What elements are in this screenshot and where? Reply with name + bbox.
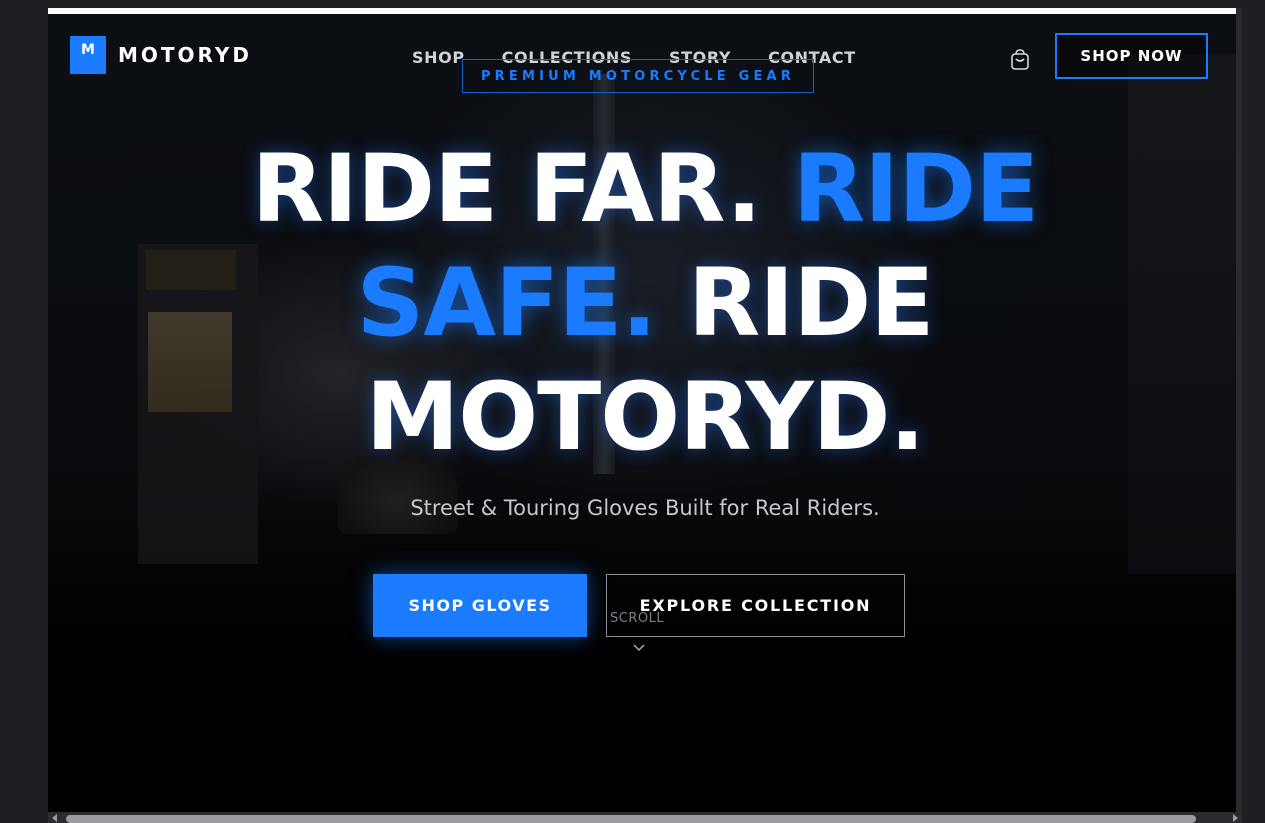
hero-line-2-white: RIDE <box>656 249 935 358</box>
shop-gloves-button[interactable]: SHOP GLOVES <box>373 574 587 637</box>
brand-logo[interactable]: M MOTORYD <box>70 36 252 74</box>
hero-line-3-white: MOTORYD. <box>365 363 926 472</box>
scroll-left-arrow-icon[interactable] <box>52 814 57 822</box>
tagline-text: PREMIUM MOTORCYCLE GEAR <box>480 68 796 84</box>
hero-subtitle: Street & Touring Gloves Built for Real R… <box>410 496 880 520</box>
shop-now-button[interactable]: SHOP NOW <box>1055 33 1208 79</box>
scroll-label[interactable]: SCROLL <box>610 611 664 626</box>
brand-name: MOTORYD <box>118 43 252 67</box>
hero-line-1: RIDE FAR. RIDE <box>48 133 1242 247</box>
vertical-scrollbar-track[interactable] <box>1236 8 1242 812</box>
hero-headline: RIDE FAR. RIDE SAFE. RIDE MOTORYD. <box>48 133 1242 475</box>
explore-collection-button[interactable]: EXPLORE COLLECTION <box>606 574 905 637</box>
hero-line-2-blue: SAFE. <box>356 249 658 358</box>
logo-mark: M <box>70 36 106 74</box>
chevron-down-icon[interactable] <box>632 638 648 654</box>
horizontal-scrollbar-thumb[interactable] <box>66 815 1196 823</box>
shopping-bag-icon[interactable] <box>1008 48 1032 72</box>
page-viewport: M MOTORYD SHOP COLLECTIONS STORY CONTACT… <box>48 8 1242 812</box>
hero-line-1-blue: RIDE <box>792 135 1040 244</box>
horizontal-scrollbar[interactable] <box>48 812 1242 823</box>
hero-line-2: SAFE. RIDE <box>48 247 1242 361</box>
scroll-right-arrow-icon[interactable] <box>1233 814 1238 822</box>
hero-line-1-white: RIDE FAR. <box>251 135 793 244</box>
tagline-badge: PREMIUM MOTORCYCLE GEAR <box>462 59 814 93</box>
nav-item-shop[interactable]: SHOP <box>412 48 465 67</box>
hero-line-3: MOTORYD. <box>48 361 1242 475</box>
